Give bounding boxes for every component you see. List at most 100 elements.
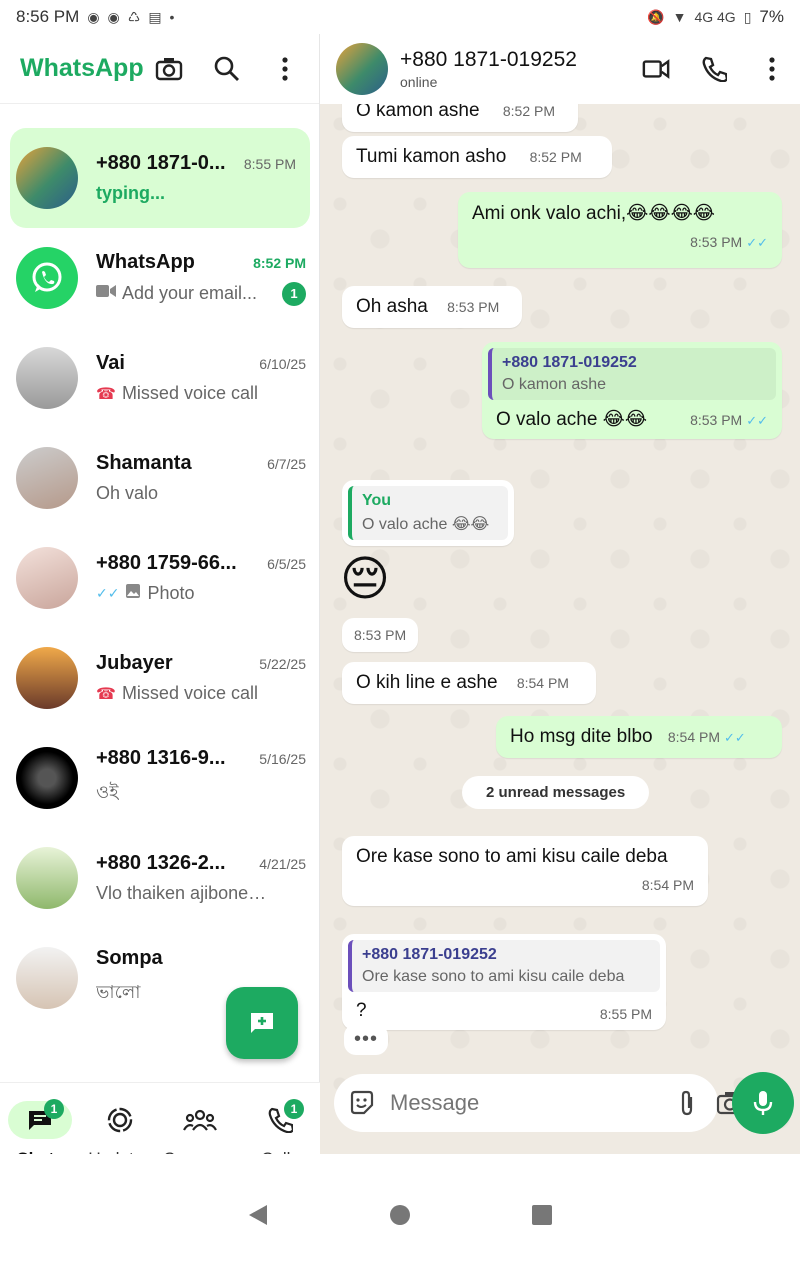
status-time: 8:56 PM: [16, 7, 80, 26]
voice-call-icon[interactable]: [700, 55, 728, 83]
message-time: 8:53 PM: [447, 299, 500, 315]
message-time: 8:53 PM: [354, 627, 407, 643]
quoted-message[interactable]: +880 1871-019252 Ore kase sono to ami ki…: [348, 940, 660, 992]
chat-preview: Add your email...: [122, 283, 258, 303]
new-chat-icon: [251, 1013, 273, 1033]
contact-status: online: [400, 74, 438, 90]
chat-name: Vai: [96, 352, 125, 374]
status-bar: 8:56 PM ◉ ◉ ♺ ▤ • 🔕 ▼ 4G 4G ▯ 7%: [0, 0, 800, 34]
chat-row[interactable]: +880 1316-9... 5/16/25 ওই: [0, 728, 320, 828]
wifi-icon: ▼: [672, 9, 687, 25]
message-outgoing[interactable]: Ho msg dite blbo 8:54 PM ✓✓: [496, 716, 782, 758]
chat-preview: typing...: [96, 183, 165, 203]
chat-name: +880 1316-9...: [96, 747, 226, 769]
quoted-message[interactable]: +880 1871-019252 O kamon ashe: [488, 348, 776, 400]
avatar: [16, 147, 78, 209]
chat-row[interactable]: WhatsApp 8:52 PM Add your email... 1: [0, 228, 320, 328]
chat-name: WhatsApp: [96, 250, 195, 273]
home-icon[interactable]: [389, 1204, 411, 1231]
quoted-text: O kamon ashe: [502, 376, 607, 393]
chat-row[interactable]: Shamanta 6/7/25 Oh valo: [0, 428, 320, 528]
avatar: [16, 947, 78, 1009]
chat-preview: Missed voice call: [121, 683, 258, 703]
voice-message-button[interactable]: [732, 1072, 794, 1134]
chat-time: 5/22/25: [259, 656, 306, 672]
back-icon[interactable]: [247, 1203, 269, 1232]
message-time: 8:53 PM: [690, 412, 743, 428]
conversation-header: +880 1871-019252 online: [320, 34, 800, 104]
updates-icon: [107, 1107, 133, 1133]
message-text: Ami onk valo achi,😂😂😂😂: [472, 203, 715, 224]
more-options-icon[interactable]: [271, 55, 299, 83]
system-navigation-bar: [0, 1154, 800, 1280]
quoted-text: Ore kase sono to ami kisu caile deba: [362, 968, 625, 985]
read-ticks-icon: ✓✓: [746, 235, 768, 250]
message-incoming[interactable]: Tumi kamon asho 8:52 PM: [342, 136, 612, 178]
message-incoming[interactable]: Oh asha 8:53 PM: [342, 286, 522, 328]
battery-level: 7%: [759, 7, 784, 26]
signal-text: 4G 4G: [694, 9, 736, 25]
message-incoming[interactable]: You O valo ache 😂😂: [342, 480, 514, 546]
message-time: 8:55 PM: [599, 1006, 652, 1022]
video-call-icon[interactable]: [642, 55, 670, 83]
message-time: 8:52 PM: [502, 103, 555, 119]
chat-time: 6/10/25: [259, 356, 306, 372]
read-ticks-icon: ✓✓: [724, 730, 746, 745]
typing-indicator: •••: [344, 1024, 389, 1055]
chat-row[interactable]: +880 1759-66... 6/5/25 ✓✓ Photo: [0, 528, 320, 628]
chat-preview: Oh valo: [96, 483, 159, 503]
chat-list-header: WhatsApp: [0, 34, 319, 104]
chat-row[interactable]: +880 1326-2... 4/21/25 Vlo thaiken ajibon…: [0, 828, 320, 928]
chat-preview: Vlo thaiken ajiboner j...: [96, 883, 271, 903]
camera-icon[interactable]: [155, 55, 183, 83]
contact-name: +880 1871-019252: [400, 48, 577, 71]
chat-name: +880 1326-2...: [96, 852, 226, 874]
missed-call-icon: ☎: [96, 685, 116, 703]
calls-badge: 1: [284, 1099, 304, 1119]
sync-icon: ♺: [127, 8, 141, 25]
chat-preview: Photo: [147, 583, 195, 603]
contact-title[interactable]: +880 1871-019252 online: [400, 48, 642, 90]
message-text: Oh asha: [356, 296, 428, 317]
chat-list-pane: WhatsApp +880 1871-0... 8:55 PM typing...…: [0, 34, 320, 1188]
chat-time: 6/7/25: [267, 456, 306, 472]
chat-preview: Missed voice call: [121, 383, 258, 403]
chat-row[interactable]: Vai 6/10/25 ☎ Missed voice call: [0, 328, 320, 428]
chat-row[interactable]: Jubayer 5/22/25 ☎ Missed voice call: [0, 628, 320, 728]
chat-row[interactable]: +880 1871-0... 8:55 PM typing...: [10, 128, 310, 228]
sticker-icon[interactable]: [348, 1089, 376, 1117]
chats-badge: 1: [44, 1099, 64, 1119]
avatar: [16, 247, 78, 309]
message-text: Ho msg dite blbo: [510, 726, 653, 747]
message-outgoing[interactable]: Ami onk valo achi,😂😂😂😂 8:53 PM ✓✓: [458, 192, 782, 268]
message-incoming[interactable]: Ore kase sono to ami kisu caile deba 8:5…: [342, 836, 708, 906]
quoted-message[interactable]: You O valo ache 😂😂: [348, 486, 508, 540]
app-title: WhatsApp: [20, 54, 144, 82]
message-input[interactable]: [390, 1090, 678, 1116]
quoted-text: O valo ache 😂😂: [362, 516, 490, 533]
message-text: Ore kase sono to ami kisu caile deba: [356, 846, 668, 867]
communities-icon: [183, 1109, 217, 1131]
contact-avatar[interactable]: [336, 43, 388, 95]
emoji-message[interactable]: 😔: [340, 550, 390, 610]
message-incoming[interactable]: O kih line e ashe 8:54 PM: [342, 662, 596, 704]
message-incoming[interactable]: +880 1871-019252 Ore kase sono to ami ki…: [342, 934, 666, 1030]
message-time: 8:54 PM: [641, 877, 694, 893]
avatar: [16, 347, 78, 409]
message-composer: [334, 1074, 744, 1132]
read-ticks-icon: ✓✓: [746, 413, 768, 428]
conversation-menu-icon[interactable]: [758, 55, 786, 83]
message-text: O kih line e ashe: [356, 672, 498, 693]
search-icon[interactable]: [213, 55, 241, 83]
mute-icon: 🔕: [647, 8, 665, 25]
message-outgoing[interactable]: +880 1871-019252 O kamon ashe O valo ach…: [482, 342, 782, 439]
attach-icon[interactable]: [678, 1089, 696, 1117]
video-icon: [96, 284, 116, 303]
chat-name: Shamanta: [96, 452, 192, 474]
avatar: [16, 747, 78, 809]
read-ticks-icon: ✓✓: [96, 585, 120, 601]
new-chat-button[interactable]: [226, 987, 298, 1059]
quoted-author: +880 1871-019252: [502, 354, 637, 371]
message-time-chip: 8:53 PM: [342, 618, 419, 652]
recents-icon[interactable]: [531, 1204, 553, 1231]
